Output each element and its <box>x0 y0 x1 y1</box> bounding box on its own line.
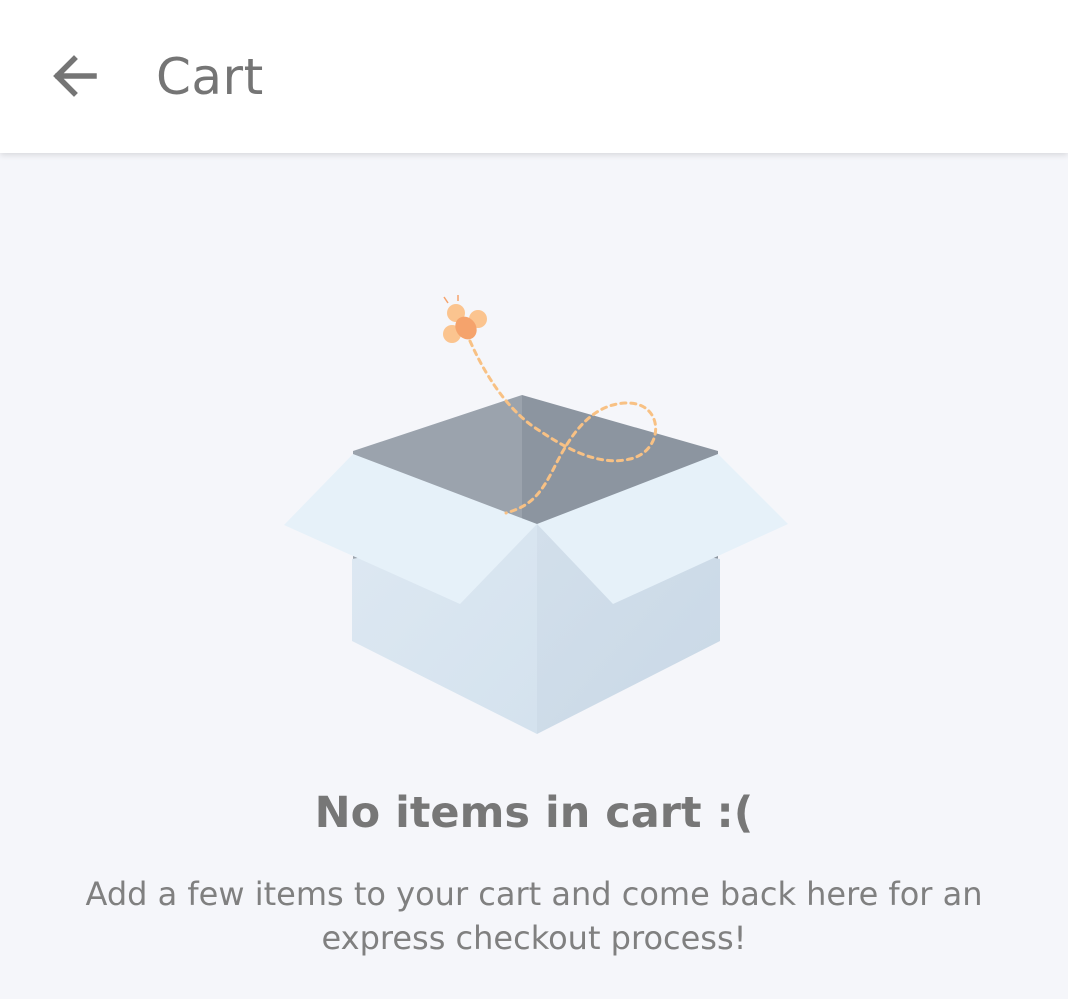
page-title: Cart <box>156 48 264 106</box>
back-button[interactable] <box>36 36 116 116</box>
open-box-with-bee-illustration <box>284 295 788 734</box>
empty-cart-heading: No items in cart :( <box>314 788 754 838</box>
empty-cart-content: No items in cart :( Add a few items to y… <box>0 153 1068 999</box>
bee-icon <box>443 295 487 343</box>
empty-cart-message: Add a few items to your cart and come ba… <box>85 875 983 957</box>
arrow-left-icon <box>53 55 97 97</box>
app-bar: Cart <box>0 0 1068 153</box>
